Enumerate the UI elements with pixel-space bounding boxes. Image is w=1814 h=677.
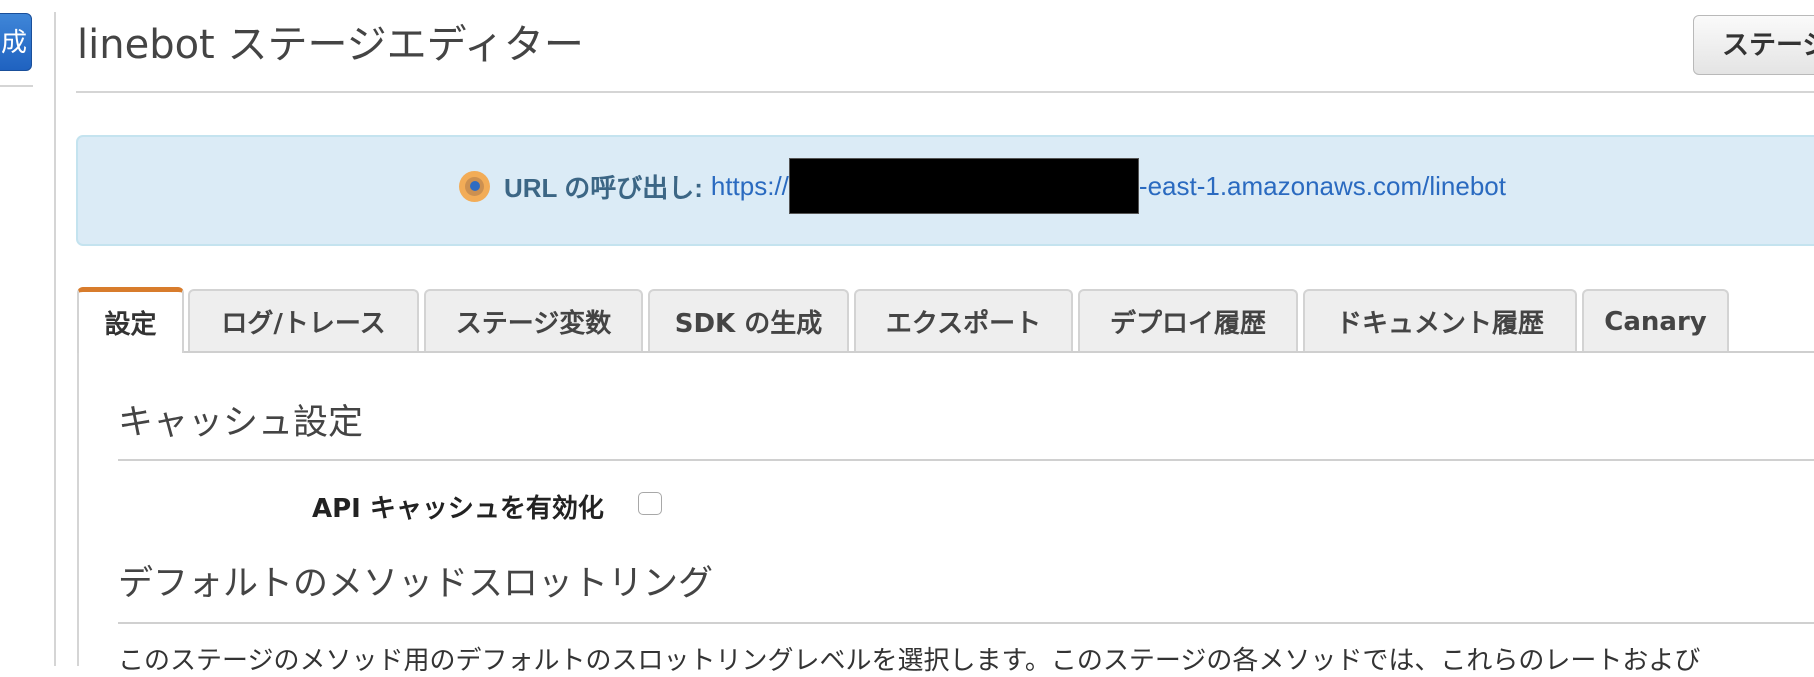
tab-logs-tracing[interactable]: ログ/トレース: [188, 289, 419, 352]
tab-sdk-generation[interactable]: SDK の生成: [648, 289, 849, 352]
throttling-heading: デフォルトのメソッドスロットリング: [118, 564, 714, 604]
tab-label: Canary: [1604, 306, 1707, 337]
left-divider: [0, 85, 33, 87]
tabs-baseline: [183, 351, 1814, 353]
left-action-button[interactable]: 成: [0, 13, 32, 71]
tab-canary[interactable]: Canary: [1582, 289, 1729, 352]
info-dot-icon: [459, 170, 490, 202]
tab-label: SDK の生成: [674, 309, 823, 339]
tab-label: ステージ変数: [455, 309, 612, 339]
invoke-url-label: URL の呼び出し:: [504, 172, 703, 203]
tab-label: デプロイ履歴: [1109, 309, 1266, 339]
stage-tabs: 設定 ログ/トレース ステージ変数 SDK の生成 エクスポート デプロイ履歴 …: [77, 287, 1814, 353]
tab-documentation-history[interactable]: ドキュメント履歴: [1303, 289, 1577, 352]
throttling-divider: [118, 622, 1814, 624]
throttling-description: このステージのメソッド用のデフォルトのスロットリングレベルを選択します。このステ…: [118, 646, 1701, 676]
tab-settings[interactable]: 設定: [77, 287, 184, 353]
title-divider: [76, 91, 1814, 93]
enable-api-cache-checkbox[interactable]: [638, 492, 662, 515]
redacted-region: [788, 158, 1139, 214]
enable-api-cache-label: API キャッシュを有効化: [312, 494, 604, 524]
invoke-url-suffix[interactable]: -east-1.amazonaws.com/linebot: [1139, 171, 1506, 202]
panel-border: [77, 351, 79, 666]
invoke-url-prefix[interactable]: https://: [711, 171, 789, 202]
tab-label: 設定: [104, 310, 157, 340]
sidebar-divider: [54, 12, 56, 666]
tab-export[interactable]: エクスポート: [854, 289, 1073, 352]
page-title: linebot ステージエディター: [77, 22, 584, 68]
tab-label: ドキュメント履歴: [1335, 309, 1544, 339]
tab-stage-variables[interactable]: ステージ変数: [424, 289, 643, 352]
stage-action-button[interactable]: ステージ: [1693, 15, 1814, 75]
cache-settings-divider: [118, 459, 1814, 461]
tab-label: エクスポート: [885, 309, 1042, 339]
tab-deployment-history[interactable]: デプロイ履歴: [1078, 289, 1298, 352]
cache-settings-heading: キャッシュ設定: [118, 403, 364, 443]
invoke-url-line: URL の呼び出し: https:// -east-1.amazonaws.co…: [459, 158, 1506, 214]
tab-label: ログ/トレース: [221, 309, 386, 339]
